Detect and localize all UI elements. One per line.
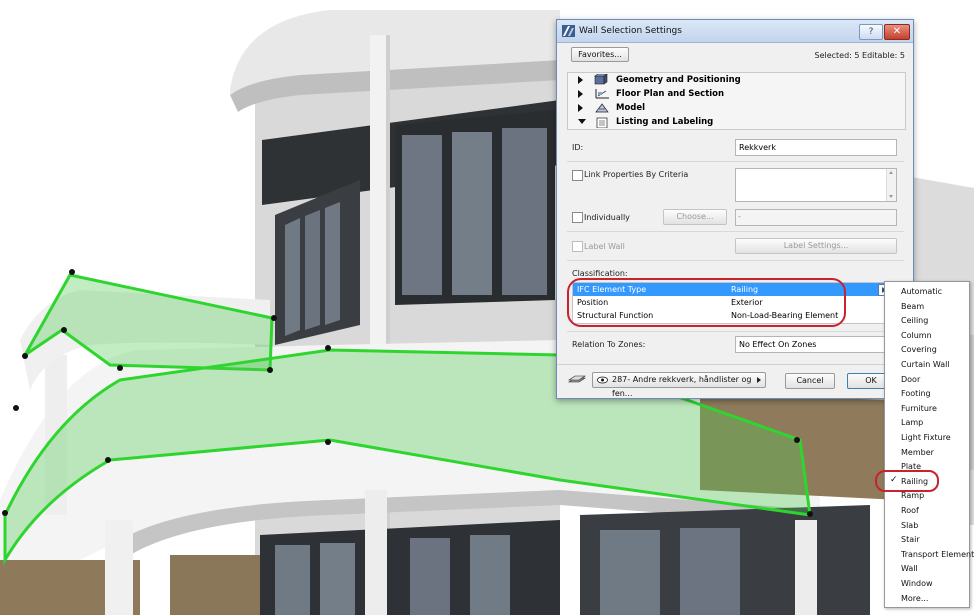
textarea-scrollbar[interactable] xyxy=(886,169,896,201)
individually-field-value: - xyxy=(738,212,741,221)
menu-item-column[interactable]: Column xyxy=(885,328,969,342)
listing-labeling-icon xyxy=(596,117,608,128)
layer-selector[interactable]: 287- Andre rekkverk, håndlister og fen..… xyxy=(592,372,766,398)
dialog-titlebar[interactable]: Wall Selection Settings ? ✕ xyxy=(557,20,913,43)
favorites-button[interactable]: Favorites... xyxy=(571,47,629,62)
collapsed-triangle-icon xyxy=(578,90,583,98)
menu-item-wall[interactable]: Wall xyxy=(885,561,969,575)
id-input[interactable]: Rekkverk xyxy=(735,139,897,156)
divider xyxy=(567,231,904,232)
section-floor-plan-section[interactable]: Floor Plan and Section xyxy=(568,87,905,101)
menu-item-automatic[interactable]: Automatic xyxy=(885,284,969,298)
label-settings-button[interactable]: Label Settings... xyxy=(735,238,897,254)
individually-checkbox[interactable] xyxy=(572,212,583,223)
link-properties-checkbox[interactable] xyxy=(572,170,583,181)
menu-item-window[interactable]: Window xyxy=(885,576,969,590)
menu-item-light-fixture[interactable]: Light Fixture xyxy=(885,430,969,444)
menu-item-roof[interactable]: Roof xyxy=(885,503,969,517)
ifc-element-type-menu: Automatic Beam Ceiling Column Covering C… xyxy=(884,281,974,608)
close-button[interactable]: ✕ xyxy=(884,24,910,40)
cancel-button[interactable]: Cancel xyxy=(785,373,835,389)
divider xyxy=(567,331,904,332)
menu-item-lamp[interactable]: Lamp xyxy=(885,415,969,429)
menu-item-curtain-wall[interactable]: Curtain Wall xyxy=(885,357,969,371)
right-arrow-icon xyxy=(757,377,761,383)
menu-item-member[interactable]: Member xyxy=(885,445,969,459)
id-label: ID: xyxy=(572,143,584,152)
relation-to-zones-select[interactable]: No Effect On Zones xyxy=(735,336,897,353)
menu-item-slab[interactable]: Slab xyxy=(885,518,969,532)
section-label: Geometry and Positioning xyxy=(616,75,741,85)
menu-item-stair[interactable]: Stair xyxy=(885,532,969,546)
menu-item-beam[interactable]: Beam xyxy=(885,299,969,313)
relation-to-zones-value: No Effect On Zones xyxy=(739,340,817,349)
dialog-title: Wall Selection Settings xyxy=(579,26,682,36)
section-listing-labeling[interactable]: Listing and Labeling xyxy=(568,115,905,129)
id-value: Rekkverk xyxy=(739,143,776,152)
individually-field[interactable]: - xyxy=(735,209,897,226)
wall-selection-settings-dialog: Wall Selection Settings ? ✕ Favorites...… xyxy=(556,19,914,399)
menu-item-footing[interactable]: Footing xyxy=(885,386,969,400)
section-label: Model xyxy=(616,103,646,113)
geometry-positioning-icon xyxy=(594,74,608,85)
eye-icon xyxy=(597,376,608,384)
relation-to-zones-label: Relation To Zones: xyxy=(572,340,646,349)
divider xyxy=(567,161,904,162)
footer-bar: 287- Andre rekkverk, håndlister og fen..… xyxy=(557,364,913,399)
scroll-up-icon[interactable] xyxy=(889,171,893,174)
floor-plan-section-icon xyxy=(595,89,609,99)
label-wall-label: Label Wall xyxy=(584,242,625,251)
expanded-triangle-icon xyxy=(578,119,586,124)
choose-button[interactable]: Choose... xyxy=(663,209,727,225)
label-wall-checkbox[interactable] xyxy=(572,241,583,252)
layer-icon xyxy=(568,375,586,383)
help-button[interactable]: ? xyxy=(859,24,883,40)
classification-annotation-oval xyxy=(567,278,846,327)
divider xyxy=(567,260,904,261)
menu-item-ceiling[interactable]: Ceiling xyxy=(885,313,969,327)
selection-status: Selected: 5 Editable: 5 xyxy=(814,51,906,60)
collapsed-triangle-icon xyxy=(578,76,583,84)
menu-item-door[interactable]: Door xyxy=(885,372,969,386)
archicad-app-icon xyxy=(562,25,575,37)
section-label: Listing and Labeling xyxy=(616,117,714,127)
classification-label: Classification: xyxy=(572,269,628,278)
menu-item-more[interactable]: More... xyxy=(885,591,969,605)
menu-item-furniture[interactable]: Furniture xyxy=(885,401,969,415)
criteria-textarea[interactable] xyxy=(735,168,897,202)
settings-panels: Geometry and Positioning Floor Plan and … xyxy=(567,72,906,130)
section-geometry-positioning[interactable]: Geometry and Positioning xyxy=(568,73,905,87)
link-properties-label: Link Properties By Criteria xyxy=(584,170,689,179)
collapsed-triangle-icon xyxy=(578,104,583,112)
railing-annotation-oval xyxy=(875,470,939,492)
model-icon xyxy=(595,103,609,113)
section-label: Floor Plan and Section xyxy=(616,89,725,99)
scroll-down-icon[interactable] xyxy=(889,195,893,198)
individually-label: Individually xyxy=(584,213,630,222)
section-model[interactable]: Model xyxy=(568,101,905,115)
menu-item-covering[interactable]: Covering xyxy=(885,342,969,356)
menu-item-transport-element[interactable]: Transport Element xyxy=(885,547,974,561)
layer-value: 287- Andre rekkverk, håndlister og fen..… xyxy=(612,375,752,398)
